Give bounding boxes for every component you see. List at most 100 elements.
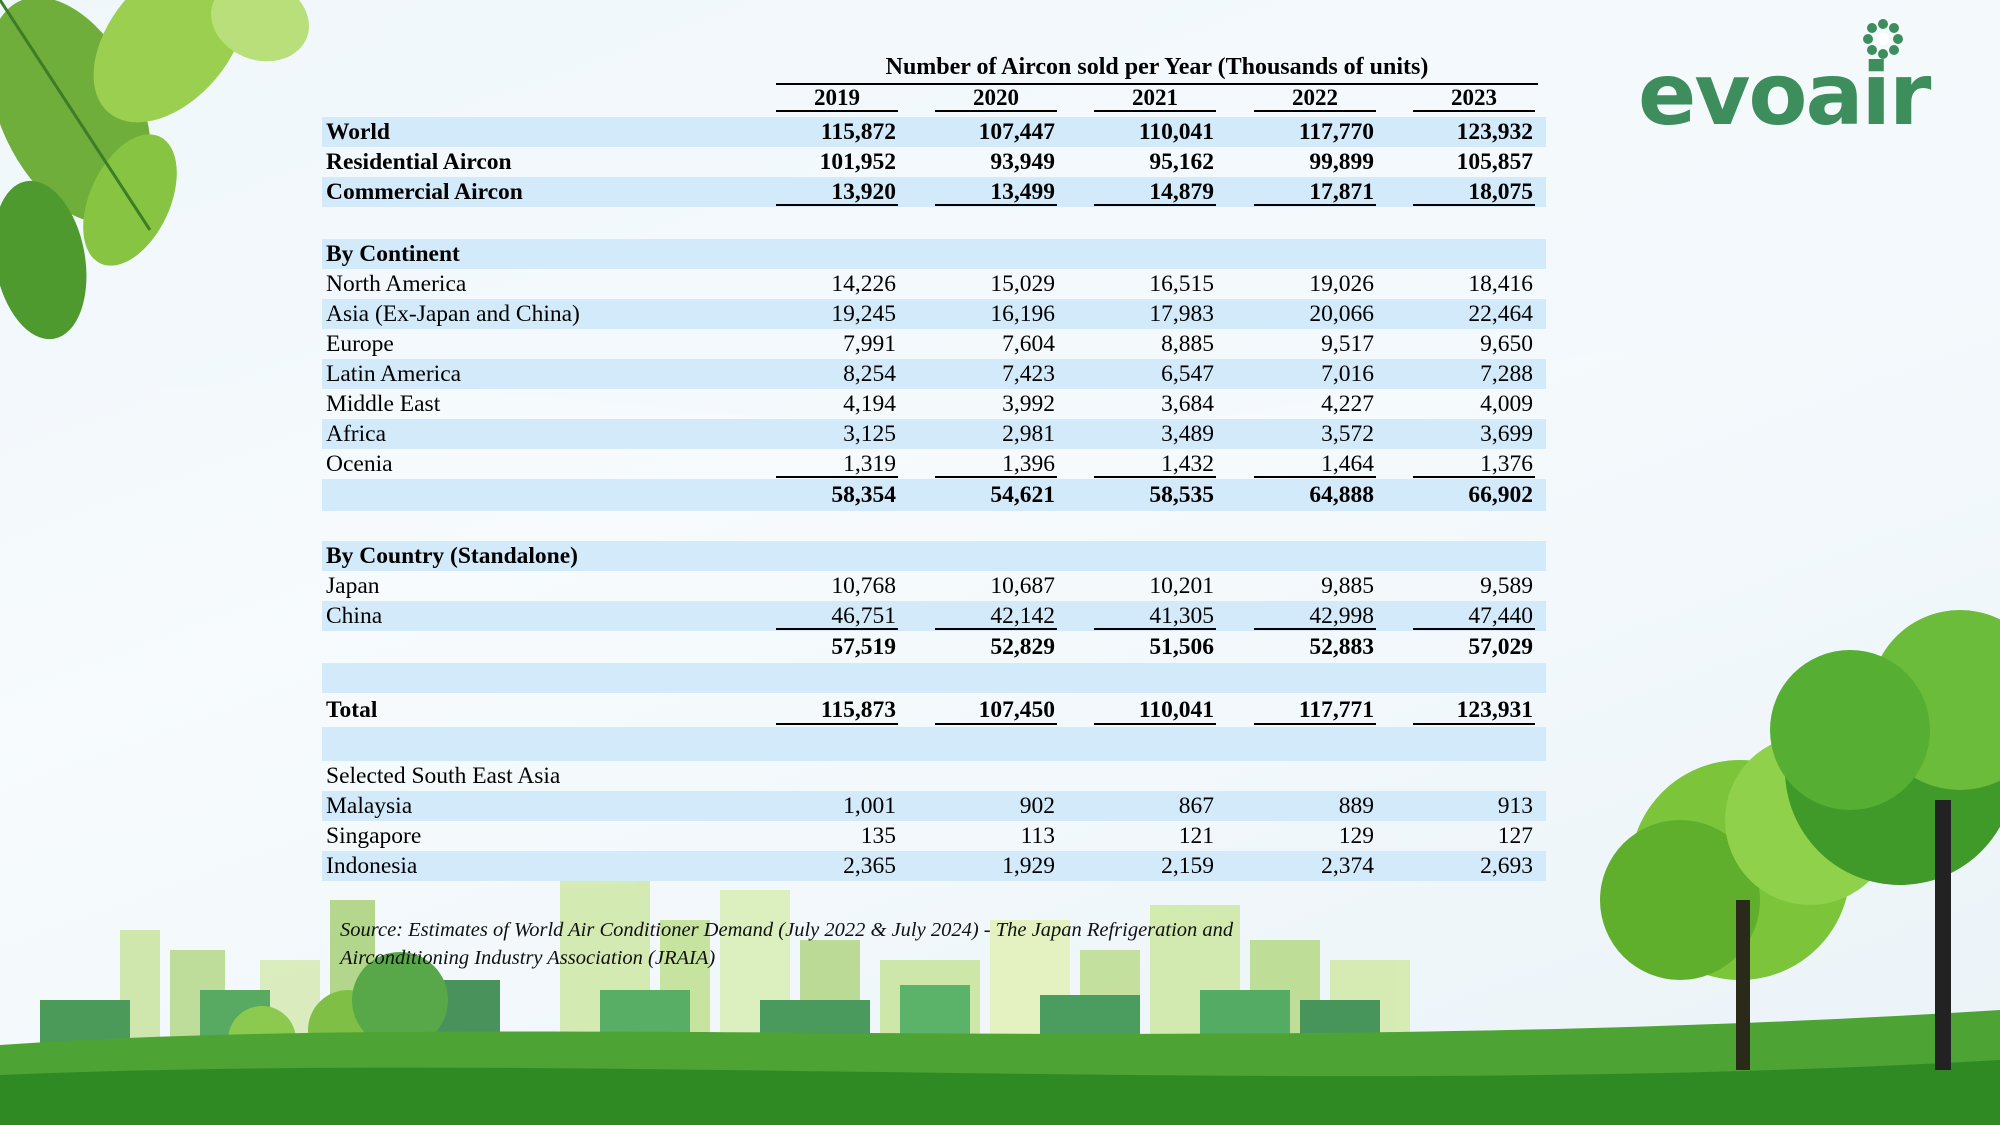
table-cell: 42,998 bbox=[1254, 601, 1376, 631]
table-cell: 867 bbox=[1178, 793, 1214, 819]
table-cell: 14,226 bbox=[831, 271, 896, 297]
source-note: Source: Estimates of World Air Condition… bbox=[340, 919, 1234, 969]
table-cell: 121 bbox=[1178, 823, 1214, 849]
table-row: North America 14,226 15,029 16,515 19,026 18,… bbox=[322, 269, 1546, 299]
table-cell: 2,693 bbox=[1480, 853, 1533, 879]
table-cell: 9,650 bbox=[1480, 331, 1533, 357]
row-label: Malaysia bbox=[326, 793, 413, 819]
table-cell: 9,885 bbox=[1321, 573, 1374, 599]
table-cell: 14,879 bbox=[1094, 177, 1216, 207]
row-label: By Country (Standalone) bbox=[326, 543, 579, 569]
table-row: By Continent bbox=[322, 239, 1546, 269]
table-cell: 16,196 bbox=[990, 301, 1055, 327]
row-label: Asia (Ex-Japan and China) bbox=[326, 301, 580, 327]
table-row: By Country (Standalone) bbox=[322, 541, 1546, 571]
year-header: 2020 bbox=[935, 86, 1057, 112]
year-header: 2023 bbox=[1413, 86, 1535, 112]
table-cell: 1,432 bbox=[1094, 449, 1216, 479]
table-row: Ocenia 1,319 1,396 1,432 1,464 1,376 bbox=[322, 449, 1546, 479]
table-row: Residential Aircon 101,952 93,949 95,162 99,… bbox=[322, 147, 1546, 177]
table-cell: 9,517 bbox=[1321, 331, 1374, 357]
table-row: Indonesia 2,365 1,929 2,159 2,374 2,693 bbox=[322, 851, 1546, 881]
row-label: Japan bbox=[326, 573, 380, 599]
table-cell: 19,026 bbox=[1309, 271, 1374, 297]
table-row bbox=[322, 727, 1546, 761]
table-cell: 117,771 bbox=[1254, 693, 1376, 730]
brand-logo: evoair bbox=[1638, 10, 1958, 140]
row-label: Total bbox=[326, 697, 378, 723]
year-header: 2021 bbox=[1094, 86, 1216, 112]
table-cell: 1,376 bbox=[1413, 449, 1535, 479]
table-row: Latin America 8,254 7,423 6,547 7,016 7,288 bbox=[322, 359, 1546, 389]
table-row: Japan 10,768 10,687 10,201 9,885 9,589 bbox=[322, 571, 1546, 601]
table-cell: 54,621 bbox=[990, 482, 1055, 508]
row-label: China bbox=[326, 603, 383, 629]
table-row: Asia (Ex-Japan and China) 19,245 16,196 17,… bbox=[322, 299, 1546, 329]
table-cell: 51,506 bbox=[1149, 634, 1214, 660]
table-cell: 41,305 bbox=[1094, 601, 1216, 631]
table-cell: 18,075 bbox=[1413, 177, 1535, 207]
table-row bbox=[322, 663, 1546, 693]
table-cell: 17,983 bbox=[1149, 301, 1214, 327]
table-cell: 93,949 bbox=[990, 149, 1055, 175]
table-row: China 46,751 42,142 41,305 42,998 47,440 bbox=[322, 601, 1546, 631]
table-cell: 17,871 bbox=[1254, 177, 1376, 207]
table-cell: 58,354 bbox=[831, 482, 896, 508]
table-cell: 47,440 bbox=[1413, 601, 1535, 631]
row-label: Commercial Aircon bbox=[326, 179, 523, 205]
row-label: Singapore bbox=[326, 823, 422, 849]
table-cell: 110,041 bbox=[1094, 693, 1216, 730]
table-cell: 52,829 bbox=[990, 634, 1055, 660]
table-cell: 105,857 bbox=[1456, 149, 1533, 175]
table-cell: 99,899 bbox=[1309, 149, 1374, 175]
table-cell: 115,873 bbox=[776, 693, 898, 730]
table-cell: 4,194 bbox=[843, 391, 896, 417]
table-cell: 115,872 bbox=[820, 119, 896, 145]
table-cell: 129 bbox=[1338, 823, 1374, 849]
row-label: Ocenia bbox=[326, 451, 393, 477]
row-label: Middle East bbox=[326, 391, 441, 417]
table-cell: 4,227 bbox=[1321, 391, 1374, 417]
table-cell: 58,535 bbox=[1149, 482, 1214, 508]
row-label: North America bbox=[326, 271, 467, 297]
row-label: Europe bbox=[326, 331, 394, 357]
table-cell: 889 bbox=[1338, 793, 1374, 819]
table-cell: 2,374 bbox=[1321, 853, 1374, 879]
table-cell: 3,992 bbox=[1002, 391, 1055, 417]
table-cell: 7,016 bbox=[1321, 361, 1374, 387]
table-cell: 110,041 bbox=[1138, 119, 1214, 145]
table-body: World 115,872 107,447 110,041 117,770 123,932… bbox=[322, 117, 1546, 881]
table-cell: 9,589 bbox=[1480, 573, 1533, 599]
table-cell: 18,416 bbox=[1468, 271, 1533, 297]
year-header-row: 2019 2020 2021 2022 2023 bbox=[322, 86, 1546, 112]
table-row: Malaysia 1,001 902 867 889 913 bbox=[322, 791, 1546, 821]
table-row: Selected South East Asia bbox=[322, 761, 1546, 791]
table-cell: 123,932 bbox=[1456, 119, 1533, 145]
table-cell: 13,499 bbox=[935, 177, 1057, 207]
table-cell: 22,464 bbox=[1468, 301, 1533, 327]
table-cell: 117,770 bbox=[1298, 119, 1374, 145]
row-label: Africa bbox=[326, 421, 387, 447]
table-cell: 4,009 bbox=[1480, 391, 1533, 417]
row-label: By Continent bbox=[326, 241, 460, 267]
table-cell: 7,604 bbox=[1002, 331, 1055, 357]
row-label: Residential Aircon bbox=[326, 149, 512, 175]
row-label: World bbox=[326, 119, 390, 145]
table-cell: 8,885 bbox=[1161, 331, 1214, 357]
table-cell: 16,515 bbox=[1149, 271, 1214, 297]
table-cell: 10,201 bbox=[1149, 573, 1214, 599]
table-row bbox=[322, 511, 1546, 541]
table-cell: 7,991 bbox=[843, 331, 896, 357]
table-cell: 7,423 bbox=[1002, 361, 1055, 387]
table-cell: 19,245 bbox=[831, 301, 896, 327]
logo-wordmark: evoair bbox=[1638, 45, 1931, 145]
table-cell: 95,162 bbox=[1149, 149, 1214, 175]
table-row: Total 115,873 107,450 110,041 117,771 123,931 bbox=[322, 693, 1546, 730]
table-cell: 135 bbox=[860, 823, 896, 849]
table-cell: 10,687 bbox=[990, 573, 1055, 599]
table-cell: 1,319 bbox=[776, 449, 898, 479]
table-cell: 113 bbox=[1020, 823, 1055, 849]
table-row: Commercial Aircon 13,920 13,499 14,879 17,87… bbox=[322, 177, 1546, 207]
table-cell: 66,902 bbox=[1468, 482, 1533, 508]
table-cell: 2,159 bbox=[1161, 853, 1214, 879]
